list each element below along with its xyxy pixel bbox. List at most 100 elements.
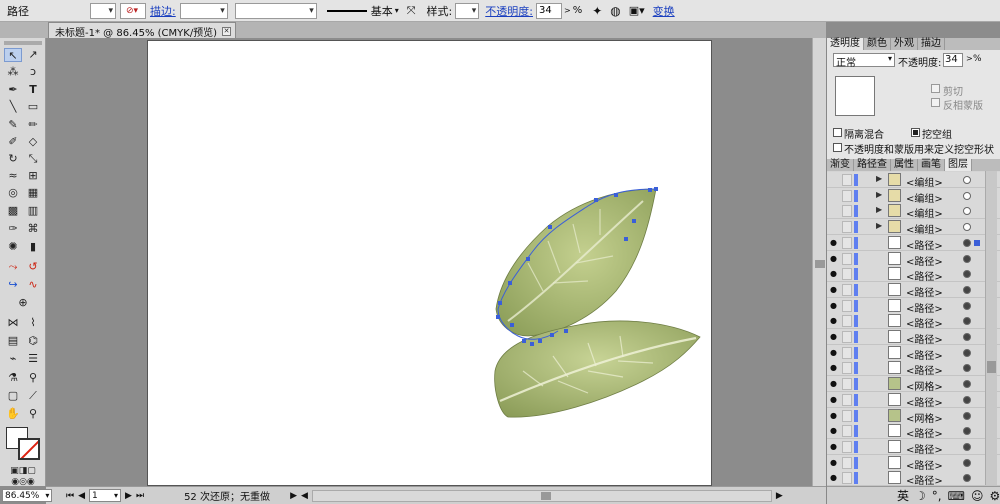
- reshape-tool-icon[interactable]: ↺: [24, 260, 42, 274]
- layer-row[interactable]: ● <路径>: [827, 454, 1000, 472]
- document-tab[interactable]: 未标题-1* @ 86.45% (CMYK/预览) ✕: [48, 22, 237, 39]
- target-circle-icon[interactable]: [963, 364, 971, 373]
- visibility-eye-icon[interactable]: ●: [830, 379, 840, 389]
- graphic-style-dropdown[interactable]: ▾: [455, 2, 480, 19]
- opacity-stepper[interactable]: >: [564, 6, 571, 15]
- expand-arrow-icon[interactable]: ▶: [876, 221, 882, 230]
- recolor-icon[interactable]: ⤧: [407, 4, 416, 18]
- layers-scrollbar[interactable]: [985, 171, 997, 485]
- target-circle-icon[interactable]: [963, 395, 971, 404]
- keyboard-icon[interactable]: ⌨: [948, 489, 965, 503]
- canvas-vertical-scrollbar[interactable]: [812, 38, 826, 486]
- target-circle-icon[interactable]: [963, 458, 971, 467]
- lock-toggle[interactable]: [842, 456, 852, 469]
- target-circle-icon[interactable]: [963, 442, 971, 451]
- visibility-eye-icon[interactable]: ●: [830, 458, 840, 468]
- smooth-tool-icon[interactable]: ∿: [24, 278, 42, 292]
- tab-stroke[interactable]: 描边: [918, 38, 945, 50]
- lock-toggle[interactable]: [842, 362, 852, 375]
- user-icon[interactable]: ☺: [971, 489, 984, 503]
- tab-color[interactable]: 颜色: [864, 38, 891, 50]
- eraser-tool-icon[interactable]: ◇: [24, 135, 42, 149]
- graph-tool-icon[interactable]: ▤: [4, 334, 22, 348]
- shape-builder-tool-icon[interactable]: ◎: [4, 186, 22, 200]
- paintbrush-tool-icon[interactable]: ✎: [4, 118, 22, 132]
- target-circle-icon[interactable]: [963, 191, 971, 200]
- panel-opacity-stepper[interactable]: >: [966, 54, 973, 63]
- selection-tool-icon[interactable]: ↖: [4, 48, 22, 62]
- document-setup-icon[interactable]: ✦: [592, 4, 602, 18]
- layer-row[interactable]: ● <路径>: [827, 438, 1000, 456]
- layer-row[interactable]: ● <路径>: [827, 281, 1000, 299]
- color-mode-icons[interactable]: ▣◨▢: [2, 464, 44, 478]
- variable-width-dropdown[interactable]: ▾: [234, 2, 317, 19]
- envelope-tool-icon[interactable]: ⋈: [4, 316, 22, 330]
- artboard-number-field[interactable]: 1 ▾: [89, 489, 122, 502]
- layers-scroll-thumb[interactable]: [987, 361, 996, 373]
- horizontal-scrollbar[interactable]: [311, 489, 772, 502]
- settings-icon[interactable]: ⚙: [989, 489, 1000, 503]
- stroke-color-dropdown[interactable]: ⊘▾: [120, 2, 146, 19]
- slice-tool-icon[interactable]: ⟋: [24, 389, 42, 403]
- artboard-canvas[interactable]: [147, 40, 712, 486]
- align-icon[interactable]: ▣▾: [629, 4, 645, 17]
- rectangle-tool-icon[interactable]: ▭: [24, 100, 42, 114]
- pathfinder-tool-icon[interactable]: ⊕: [4, 296, 42, 310]
- target-circle-icon[interactable]: [963, 474, 971, 483]
- status-menu-icon[interactable]: ▶: [290, 491, 297, 501]
- lock-toggle[interactable]: [842, 315, 852, 328]
- layer-row[interactable]: ● <路径>: [827, 360, 1000, 377]
- knockout-group-checkbox[interactable]: [911, 128, 920, 137]
- opacity-panel-link[interactable]: 不透明度:: [485, 3, 533, 19]
- perspective-grid-tool-icon[interactable]: ▦: [24, 186, 42, 200]
- next-artboard-icon[interactable]: ▶: [125, 491, 132, 501]
- magic-wand-tool-icon[interactable]: ⁂: [4, 65, 22, 79]
- lock-toggle[interactable]: [842, 346, 852, 359]
- target-circle-icon[interactable]: [963, 223, 971, 232]
- moon-icon[interactable]: ☽: [915, 489, 926, 503]
- visibility-eye-icon[interactable]: ●: [830, 442, 840, 452]
- lock-toggle[interactable]: [842, 425, 852, 438]
- blend-mode-select[interactable]: 正常 ▾: [833, 53, 895, 69]
- target-circle-icon[interactable]: [963, 270, 971, 279]
- list-tool-icon[interactable]: ☰: [24, 352, 42, 366]
- curvature-tool-icon[interactable]: ↪: [4, 278, 22, 292]
- visibility-eye-icon[interactable]: ●: [830, 348, 840, 358]
- target-circle-icon[interactable]: [963, 176, 971, 184]
- clip-checkbox[interactable]: [931, 84, 940, 93]
- chart-line-tool-icon[interactable]: ⌁: [4, 352, 22, 366]
- target-circle-icon[interactable]: [963, 427, 971, 436]
- isolate-blend-checkbox[interactable]: [833, 128, 842, 137]
- lock-toggle[interactable]: [842, 236, 852, 249]
- lock-toggle[interactable]: [842, 440, 852, 453]
- visibility-eye-icon[interactable]: ●: [830, 269, 840, 279]
- symbol-sprayer-tool-icon[interactable]: ✺: [4, 240, 22, 254]
- stroke-panel-link[interactable]: 描边:: [150, 3, 176, 19]
- eyedropper-tool-icon[interactable]: ✑: [4, 222, 22, 236]
- visibility-eye-icon[interactable]: ●: [830, 301, 840, 311]
- visibility-eye-icon[interactable]: ●: [830, 411, 840, 421]
- target-circle-icon[interactable]: [963, 207, 971, 216]
- visibility-eye-icon[interactable]: ●: [830, 473, 840, 483]
- scale-tool-icon[interactable]: ⤡: [24, 152, 42, 166]
- preferences-icon[interactable]: ◍: [610, 4, 620, 18]
- transform-link[interactable]: 变换: [653, 3, 675, 19]
- lock-toggle[interactable]: [842, 283, 852, 296]
- layer-row[interactable]: ● <路径>: [827, 234, 1000, 252]
- layer-row[interactable]: ▶ <编组>: [827, 172, 1000, 189]
- layer-row[interactable]: ● <路径>: [827, 266, 1000, 283]
- lock-toggle[interactable]: [842, 174, 852, 186]
- tab-layers[interactable]: 图层: [945, 159, 972, 171]
- pencil-tool-icon[interactable]: ✏: [24, 118, 42, 132]
- layer-row[interactable]: ● <路径>: [827, 313, 1000, 330]
- last-artboard-icon[interactable]: ⏭: [136, 491, 144, 501]
- mesh-tool-icon[interactable]: ▩: [4, 204, 22, 218]
- layer-row[interactable]: ▶ <编组>: [827, 203, 1000, 220]
- ime-language[interactable]: 英: [897, 487, 909, 504]
- scroll-thumb[interactable]: [815, 260, 825, 268]
- target-circle-icon[interactable]: [963, 317, 971, 326]
- lock-toggle[interactable]: [842, 409, 852, 422]
- scroll-left-icon[interactable]: ◀: [301, 491, 308, 501]
- layer-row[interactable]: ▶ <编组>: [827, 219, 1000, 236]
- rotate-tool-icon[interactable]: ↻: [4, 152, 22, 166]
